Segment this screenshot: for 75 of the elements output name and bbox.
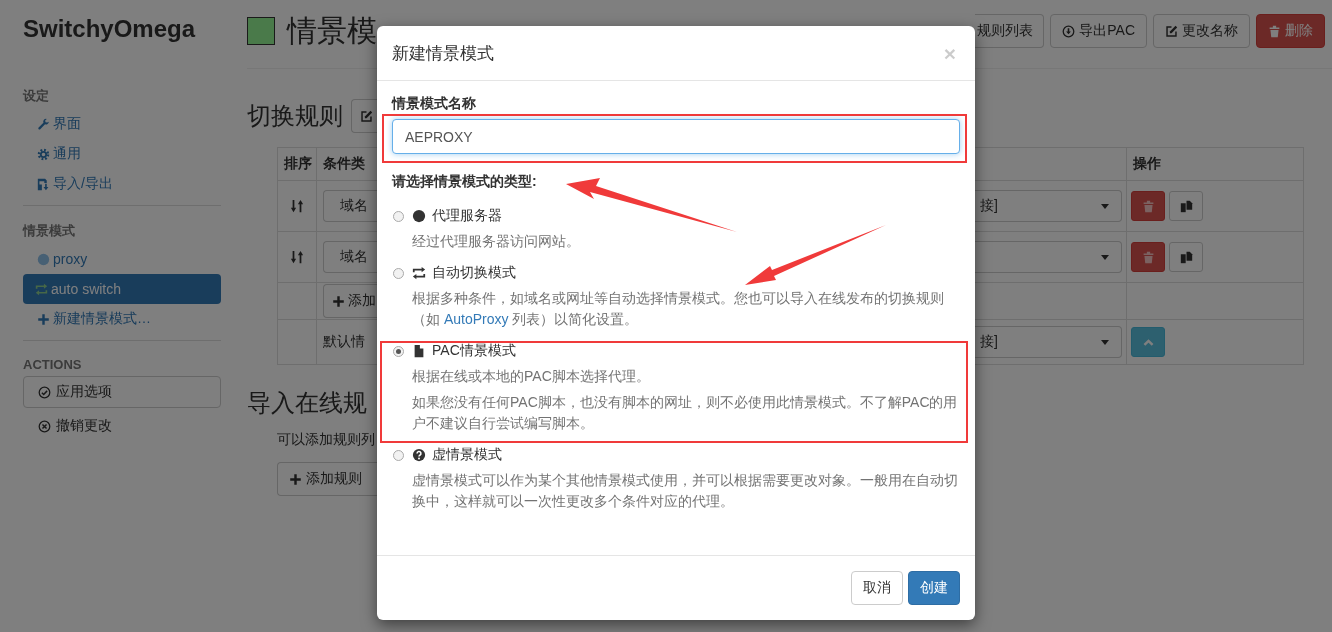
x-circle-icon	[38, 419, 51, 433]
help-text: 可以添加规则列	[277, 431, 375, 449]
page-title: 情景模	[287, 12, 377, 49]
app-title: SwitchyOmega	[23, 15, 197, 43]
condition-type-select[interactable]: 域名	[323, 190, 379, 222]
option-description: 根据多种条件，如域名或网址等自动选择情景模式。您也可以导入在线发布的切换规则（如 AutoProxy 列表）以简化设置。	[412, 289, 945, 329]
plus-icon	[289, 472, 302, 486]
move-up-button[interactable]	[1131, 327, 1165, 357]
sort-arrows-icon	[290, 250, 304, 264]
delete-button[interactable]	[1131, 242, 1165, 272]
section-heading: 情景模式	[23, 222, 75, 240]
autoproxy-link[interactable]: AutoProxy	[443, 311, 509, 327]
dialog-title: 新建情景模式	[392, 42, 494, 65]
radio-button[interactable]	[393, 210, 404, 222]
option-description: 如果您没有任何PAC脚本，也没有脚本的网址，则不必使用此情景模式。不了解PAC的用户不建议自行尝试编写脚本。	[412, 393, 959, 433]
download-circle-icon	[1062, 24, 1076, 38]
condition-type-select[interactable]: 域名	[323, 241, 379, 273]
nav-item[interactable]: 界面	[23, 109, 221, 139]
edit-icon	[360, 109, 373, 123]
add-condition-button[interactable]: 添加	[323, 284, 379, 318]
field-label: 情景模式名称	[392, 95, 476, 113]
trash-icon	[1141, 250, 1155, 264]
sort-arrows-icon	[290, 199, 304, 213]
action-button[interactable]: 撤销更改	[23, 410, 221, 442]
wrench-icon	[37, 117, 50, 131]
nav-item[interactable]: 新建情景模式…	[23, 304, 221, 334]
caret-icon	[1101, 339, 1109, 345]
dialog-button[interactable]: 取消	[851, 571, 903, 605]
plus-icon	[37, 312, 50, 326]
option-description: 经过代理服务器访问网站。	[412, 232, 581, 251]
name-input-field[interactable]: AEPROXY	[392, 119, 960, 154]
option-description: 虚情景模式可以作为某个其他情景模式使用，并可以根据需要更改对象。一般用在自动切换中，这样就可以一次性更改多个条件对应的代理。	[412, 471, 959, 511]
radio-button[interactable]	[393, 267, 404, 279]
option-title: 虚情景模式	[432, 446, 502, 464]
question-circle-icon	[412, 448, 426, 462]
dialog-button[interactable]: 创建	[908, 571, 960, 605]
column-header: 操作	[1126, 147, 1304, 181]
cycle-arrows-icon	[412, 266, 426, 280]
settings-icon	[37, 147, 50, 161]
clone-button[interactable]	[1169, 191, 1203, 221]
option-title: 代理服务器	[432, 207, 502, 225]
caret-icon	[1101, 254, 1109, 260]
radio-button[interactable]	[393, 345, 404, 357]
clone-button[interactable]	[1169, 242, 1203, 272]
section-title: 导入在线规	[247, 388, 367, 418]
nav-item[interactable]: 通用	[23, 139, 221, 169]
section-heading: ACTIONS	[23, 357, 82, 372]
toolbar-button[interactable]: 导出PAC	[1050, 14, 1147, 48]
nav-item[interactable]: 导入/导出	[23, 169, 221, 199]
nav-item[interactable]: proxy	[23, 244, 221, 274]
nav-item[interactable]: auto switch	[23, 274, 221, 304]
action-button[interactable]: 应用选项	[23, 376, 221, 408]
caret-icon	[1101, 203, 1109, 209]
copy-icon	[1179, 250, 1193, 264]
toolbar-button[interactable]: 删除	[1256, 14, 1325, 48]
cycle-arrows-icon	[35, 282, 48, 296]
delete-button[interactable]	[1131, 191, 1165, 221]
toolbar-button[interactable]: 更改名称	[1153, 14, 1250, 48]
section-title: 切换规则	[247, 101, 343, 131]
check-circle-icon	[38, 385, 51, 399]
option-title: 自动切换模式	[432, 264, 516, 282]
column-header: 排序	[277, 147, 317, 181]
trash-icon	[1141, 199, 1155, 213]
plus-icon	[332, 294, 345, 308]
radio-button[interactable]	[393, 449, 404, 461]
option-title: PAC情景模式	[432, 342, 516, 360]
edit-icon	[1165, 24, 1178, 38]
copy-icon	[1179, 199, 1193, 213]
default-profile-label: 默认情	[323, 333, 365, 351]
option-description: 根据在线或本地的PAC脚本选择代理。	[412, 367, 651, 386]
toolbar-button[interactable]: 规则列表	[975, 14, 1045, 48]
section-heading: 设定	[23, 87, 49, 105]
trash-icon	[1268, 24, 1281, 38]
add-rule-list-button[interactable]: 添加规则	[277, 462, 377, 496]
file-icon	[412, 344, 426, 358]
